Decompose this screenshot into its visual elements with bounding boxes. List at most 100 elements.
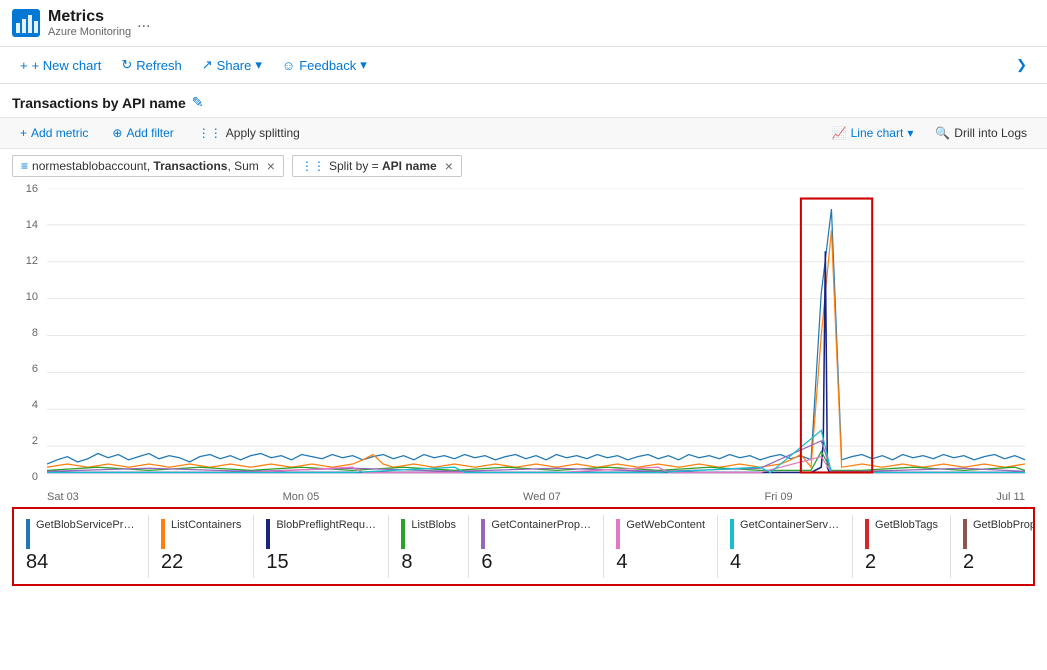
legend-item-top: GetBlobTags	[865, 519, 938, 549]
split-chip-close[interactable]: ×	[445, 159, 453, 173]
legend-item-name: ListBlobs	[411, 519, 456, 531]
legend-item-name: GetContainerServiceM...	[740, 519, 840, 531]
y-label-2: 2	[32, 435, 38, 447]
chart-type-arrow: ▾	[907, 126, 913, 140]
legend-item-value: 4	[730, 551, 840, 574]
new-chart-icon: +	[20, 58, 28, 73]
split-chip-icon: ⋮⋮	[301, 159, 325, 173]
legend-item: GetBlobServiceProper... 84	[14, 515, 149, 578]
legend-item: ListBlobs 8	[389, 515, 469, 578]
refresh-label: Refresh	[136, 58, 182, 73]
split-chip-label: Split by = API name	[329, 159, 437, 173]
metric-filter-chip: ≡ normestablobaccount, Transactions, Sum…	[12, 155, 284, 177]
legend-item-value: 84	[26, 551, 136, 574]
add-metric-label: Add metric	[31, 126, 88, 140]
add-filter-icon: ⊕	[112, 126, 122, 140]
legend-area: GetBlobServiceProper... 84 ListContainer…	[12, 507, 1035, 586]
chart-title: Transactions by API name	[12, 95, 186, 111]
collapse-button[interactable]: ❯	[1008, 53, 1035, 77]
chart-svg	[47, 188, 1025, 483]
legend-item-name: GetBlobServiceProper...	[36, 519, 136, 531]
refresh-button[interactable]: ↻ Refresh	[113, 53, 189, 77]
legend-color-bar	[616, 519, 620, 549]
y-label-0: 0	[32, 471, 38, 483]
drill-logs-button[interactable]: 🔍 Drill into Logs	[927, 122, 1035, 144]
legend-item-name: BlobPreflightRequest	[276, 519, 376, 531]
x-label-wed07: Wed 07	[523, 491, 561, 503]
chart-type-button[interactable]: 📈 Line chart ▾	[826, 122, 920, 144]
x-label-fri09: Fri 09	[765, 491, 793, 503]
y-label-16: 16	[26, 183, 38, 195]
legend-item-value: 15	[266, 551, 376, 574]
app-icon	[12, 9, 40, 37]
share-button[interactable]: ↗ Share ▾	[194, 53, 270, 77]
new-chart-button[interactable]: + + New chart	[12, 54, 109, 77]
legend-color-bar	[161, 519, 165, 549]
legend-item-top: GetContainerServiceM...	[730, 519, 840, 549]
share-label: Share	[217, 58, 252, 73]
app-subtitle: Azure Monitoring	[48, 26, 131, 38]
legend-item-top: ListContainers	[161, 519, 241, 549]
legend-item-value: 6	[481, 551, 591, 574]
legend-item-value: 22	[161, 551, 241, 574]
app-title: Metrics	[48, 8, 131, 26]
apply-splitting-label: Apply splitting	[226, 126, 300, 140]
chart-container: 16 14 12 10 8 6 4 2 0	[12, 183, 1035, 503]
legend-item: GetBlobTags 2	[853, 515, 951, 578]
add-filter-label: Add filter	[126, 126, 173, 140]
legend-item-top: GetContainerProperties	[481, 519, 591, 549]
legend-item-top: GetBlobServiceProper...	[26, 519, 136, 549]
edit-icon[interactable]: ✎	[192, 94, 204, 111]
legend-item: GetContainerServiceM... 4	[718, 515, 853, 578]
filter-bar: ≡ normestablobaccount, Transactions, Sum…	[0, 149, 1047, 183]
legend-color-bar	[963, 519, 967, 549]
add-metric-icon: +	[20, 126, 27, 140]
legend-item-value: 4	[616, 551, 705, 574]
x-label-sat03: Sat 03	[47, 491, 79, 503]
y-label-4: 4	[32, 399, 38, 411]
chart-area: 16 14 12 10 8 6 4 2 0	[0, 183, 1047, 503]
metric-chip-icon: ≡	[21, 159, 28, 173]
legend-item-top: BlobPreflightRequest	[266, 519, 376, 549]
feedback-icon: ☺	[282, 58, 295, 73]
feedback-label: Feedback	[299, 58, 356, 73]
legend-color-bar	[730, 519, 734, 549]
line-chart-icon: 📈	[832, 126, 847, 140]
drill-logs-label: Drill into Logs	[954, 126, 1027, 140]
feedback-button[interactable]: ☺ Feedback ▾	[274, 53, 375, 77]
legend-item-top: GetWebContent	[616, 519, 705, 549]
y-label-6: 6	[32, 363, 38, 375]
legend-color-bar	[26, 519, 30, 549]
app-ellipsis[interactable]: ...	[137, 14, 150, 32]
metric-chip-close[interactable]: ×	[267, 159, 275, 173]
legend-item-top: GetBlobProperties	[963, 519, 1035, 549]
legend-item: GetBlobProperties 2	[951, 515, 1035, 578]
apply-splitting-button[interactable]: ⋮⋮ Apply splitting	[190, 122, 308, 144]
add-filter-button[interactable]: ⊕ Add filter	[104, 122, 181, 144]
chart-toolbar-right: 📈 Line chart ▾ 🔍 Drill into Logs	[826, 122, 1035, 144]
legend-item-name: ListContainers	[171, 519, 241, 531]
share-icon: ↗	[202, 57, 213, 73]
legend-item-name: GetContainerProperties	[491, 519, 591, 531]
legend-item: BlobPreflightRequest 15	[254, 515, 389, 578]
legend-item: GetContainerProperties 6	[469, 515, 604, 578]
add-metric-button[interactable]: + Add metric	[12, 122, 96, 144]
line-chart-label: Line chart	[851, 126, 904, 140]
app-title-group: Metrics Azure Monitoring	[48, 8, 131, 38]
legend-item-name: GetWebContent	[626, 519, 705, 531]
legend-item: GetWebContent 4	[604, 515, 718, 578]
legend-item-name: GetBlobProperties	[973, 519, 1035, 531]
y-label-14: 14	[26, 219, 38, 231]
legend-item: ListContainers 22	[149, 515, 254, 578]
drill-icon: 🔍	[935, 126, 950, 140]
y-axis: 16 14 12 10 8 6 4 2 0	[12, 183, 42, 483]
split-filter-chip: ⋮⋮ Split by = API name ×	[292, 155, 462, 177]
top-bar: Metrics Azure Monitoring ...	[0, 0, 1047, 47]
legend-color-bar	[266, 519, 270, 549]
x-axis: Sat 03 Mon 05 Wed 07 Fri 09 Jul 11	[47, 491, 1025, 503]
splitting-icon: ⋮⋮	[198, 126, 222, 140]
chart-title-bar: Transactions by API name ✎	[0, 84, 1047, 117]
main-toolbar: + + New chart ↻ Refresh ↗ Share ▾ ☺ Feed…	[0, 47, 1047, 84]
legend-item-value: 8	[401, 551, 456, 574]
y-label-10: 10	[26, 291, 38, 303]
